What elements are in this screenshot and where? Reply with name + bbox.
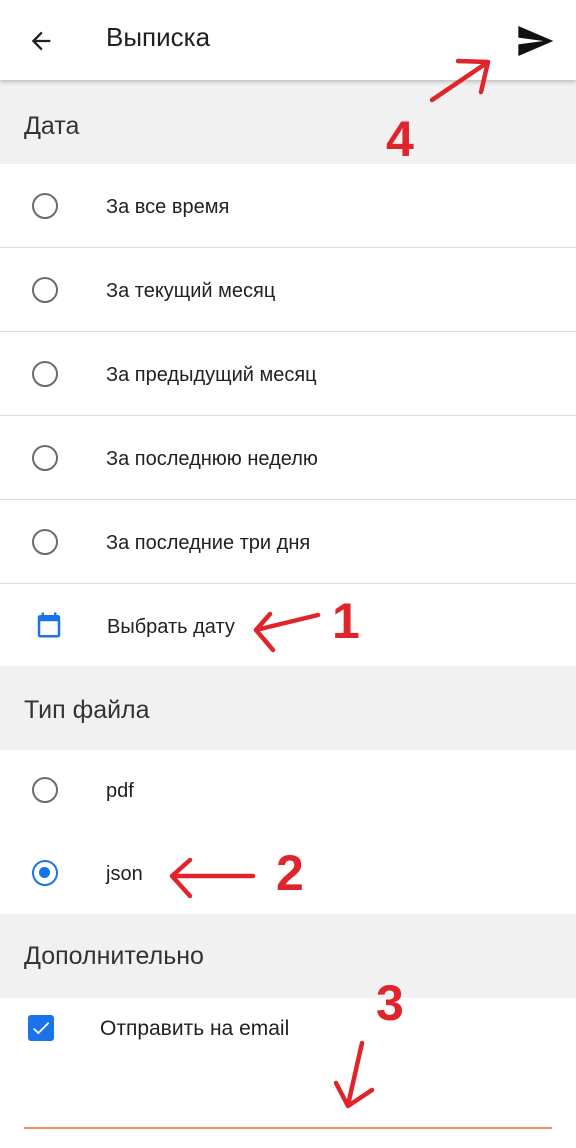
section-title-date: Дата xyxy=(24,112,80,140)
send-email-row[interactable]: Отправить на email xyxy=(0,998,576,1148)
back-button[interactable] xyxy=(18,18,64,64)
option-label: pdf xyxy=(106,780,134,802)
option-label: За последнюю неделю xyxy=(106,448,318,470)
date-option-last-three-days[interactable]: За последние три дня xyxy=(0,500,576,584)
section-header-date: Дата xyxy=(0,80,576,164)
send-icon xyxy=(518,26,554,56)
option-label: За текущий месяц xyxy=(106,280,276,302)
radio-button[interactable] xyxy=(32,777,58,803)
calendar-icon xyxy=(37,612,61,638)
file-type-option-pdf[interactable]: pdf xyxy=(0,750,576,834)
radio-button[interactable] xyxy=(32,277,58,303)
section-title-file-type: Тип файла xyxy=(24,696,150,724)
section-header-file-type: Тип файла xyxy=(0,666,576,750)
date-option-all-time[interactable]: За все время xyxy=(0,164,576,248)
option-label: За последние три дня xyxy=(106,532,311,554)
pick-date-label: Выбрать дату xyxy=(107,616,235,638)
date-option-last-week[interactable]: За последнюю неделю xyxy=(0,416,576,500)
arrow-back-icon xyxy=(31,31,51,51)
email-input-underline[interactable] xyxy=(24,1127,552,1129)
radio-button[interactable] xyxy=(32,193,58,219)
checkmark-icon xyxy=(33,1022,50,1035)
radio-button[interactable] xyxy=(32,529,58,555)
page-title: Выписка xyxy=(106,22,211,52)
section-title-extra: Дополнительно xyxy=(24,942,204,970)
option-label: json xyxy=(106,863,143,885)
date-option-current-month[interactable]: За текущий месяц xyxy=(0,248,576,332)
radio-button-selected[interactable] xyxy=(32,860,58,886)
option-label: За предыдущий месяц xyxy=(106,364,317,386)
app-bar: Выписка xyxy=(0,0,576,80)
radio-button[interactable] xyxy=(32,445,58,471)
section-header-extra: Дополнительно xyxy=(0,914,576,998)
pick-date-row[interactable]: Выбрать дату xyxy=(0,584,576,667)
file-type-option-json[interactable]: json xyxy=(0,833,576,916)
date-option-previous-month[interactable]: За предыдущий месяц xyxy=(0,332,576,416)
send-email-checkbox[interactable] xyxy=(28,1015,54,1041)
radio-button[interactable] xyxy=(32,361,58,387)
option-label: За все время xyxy=(106,196,230,218)
send-email-label: Отправить на email xyxy=(100,1017,290,1040)
send-button[interactable] xyxy=(508,16,562,66)
